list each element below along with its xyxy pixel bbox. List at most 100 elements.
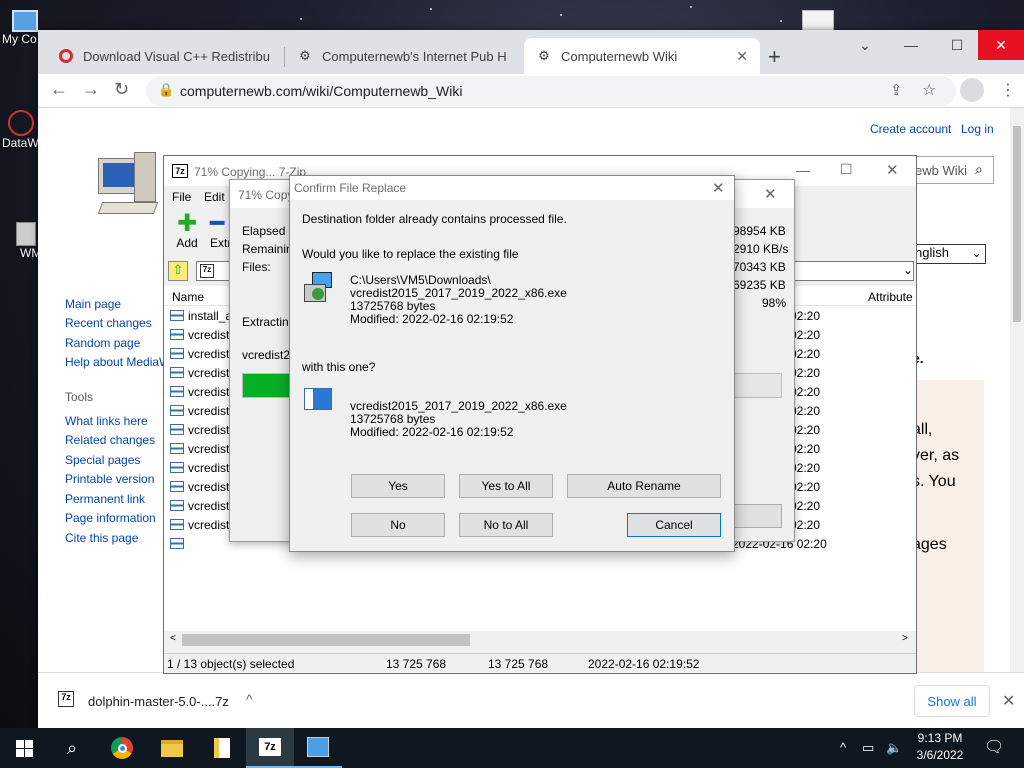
page-scrollbar[interactable] — [1010, 108, 1024, 672]
search-icon[interactable]: ⌕ — [48, 728, 96, 768]
menu-edit[interactable]: Edit — [204, 190, 225, 204]
wiki-search-box[interactable]: ewb Wiki ⌕ — [912, 156, 994, 184]
download-bar: 7z dolphin-master-5.0-....7z ^ Show all … — [38, 672, 1024, 728]
file-name: vcredist — [188, 384, 230, 399]
create-account-link[interactable]: Create account — [870, 122, 951, 136]
scrollbar-thumb[interactable] — [182, 634, 470, 646]
taskbar-explorer[interactable] — [148, 728, 196, 768]
status-packed: 13 725 768 — [488, 657, 549, 671]
auto-rename-button[interactable]: Auto Rename — [567, 474, 721, 498]
taskbar-document-app[interactable] — [198, 728, 246, 768]
column-attributes[interactable]: Attribute — [868, 290, 913, 304]
close-button[interactable]: ✕ — [712, 179, 725, 197]
close-button[interactable]: ✕ — [886, 161, 899, 179]
forward-icon[interactable]: → — [82, 79, 100, 100]
close-icon[interactable]: ✕ — [1002, 691, 1015, 711]
list-item[interactable]: vcredist — [170, 325, 229, 344]
existing-file-path: C:\Users\VM5\Downloads\ — [350, 273, 491, 287]
notification-icon[interactable]: 🗨 — [984, 737, 1004, 757]
reload-icon[interactable]: ↻ — [114, 79, 129, 100]
add-button[interactable]: ✚ Add — [172, 212, 202, 251]
close-button[interactable]: ✕ — [764, 185, 777, 203]
list-item[interactable]: install_a — [170, 306, 232, 325]
progress-value: 98% — [762, 296, 787, 310]
login-link[interactable]: Log in — [961, 122, 994, 136]
list-item[interactable]: vcredist — [170, 401, 229, 420]
yes-to-all-button[interactable]: Yes to All — [459, 474, 553, 498]
chevron-up-icon[interactable]: ^ — [246, 691, 253, 707]
status-modified: 2022-02-16 02:19:52 — [588, 657, 700, 671]
nav-random-page[interactable]: Random page — [65, 336, 140, 350]
minimize-button[interactable]: — — [796, 162, 810, 178]
tool-permanent-link[interactable]: Permanent link — [65, 492, 145, 506]
tool-what-links-here[interactable]: What links here — [65, 414, 148, 428]
menu-kebab-icon[interactable]: ⋮ — [1000, 80, 1016, 100]
desktop-icon-dataw[interactable]: DataW — [2, 110, 42, 150]
list-item[interactable]: vcredist — [170, 496, 229, 515]
address-bar[interactable]: 🔒 computernewb.com/wiki/Computernewb_Wik… — [146, 76, 956, 106]
download-filename[interactable]: dolphin-master-5.0-....7z — [88, 694, 229, 709]
horizontal-scrollbar[interactable]: < > — [164, 631, 916, 649]
windows-icon — [15, 739, 33, 757]
column-name[interactable]: Name — [172, 290, 204, 304]
no-button[interactable]: No — [351, 513, 445, 537]
profile-avatar[interactable] — [960, 78, 984, 102]
cancel-button[interactable]: Cancel — [627, 513, 721, 537]
list-item[interactable] — [170, 534, 188, 553]
tool-related-changes[interactable]: Related changes — [65, 433, 155, 447]
back-icon[interactable]: ← — [50, 79, 68, 100]
list-item[interactable]: vcredist — [170, 515, 229, 534]
tab-internet-pub[interactable]: ⚙ Computernewb's Internet Pub H — [285, 38, 523, 74]
star-icon[interactable]: ☆ — [922, 80, 936, 100]
network-icon[interactable]: ▭ — [862, 740, 874, 756]
list-item[interactable]: vcredist — [170, 477, 229, 496]
maximize-button[interactable]: ☐ — [934, 30, 980, 60]
desktop-icon-computer[interactable]: My Co — [2, 10, 42, 46]
nav-help[interactable]: Help about MediaW — [65, 355, 170, 369]
list-item[interactable]: vcredist — [170, 344, 229, 363]
chevron-up-icon[interactable]: ^ — [840, 740, 846, 755]
yes-button[interactable]: Yes — [351, 474, 445, 498]
tool-cite-this-page[interactable]: Cite this page — [65, 531, 138, 545]
maximize-button[interactable]: ☐ — [840, 161, 853, 178]
file-name: install_a — [188, 308, 233, 323]
taskbar-chrome[interactable] — [98, 728, 146, 768]
close-tab-icon[interactable]: ✕ — [736, 48, 748, 65]
close-window-button[interactable]: ✕ — [978, 30, 1024, 60]
nav-main-page[interactable]: Main page — [65, 297, 121, 311]
file-name: vcredist — [188, 498, 230, 513]
start-button[interactable] — [0, 728, 48, 768]
list-item[interactable]: vcredist — [170, 439, 229, 458]
menu-file[interactable]: File — [172, 190, 191, 204]
list-item[interactable]: vcredist — [170, 420, 229, 439]
taskbar-7zip[interactable]: 7z — [246, 728, 294, 768]
scrollbar-thumb[interactable] — [1013, 126, 1021, 322]
minimize-button[interactable]: — — [888, 30, 934, 60]
clock-time[interactable]: 9:13 PM — [914, 731, 966, 745]
up-folder-icon[interactable]: ⇧ — [168, 261, 188, 281]
desktop-icon-wm[interactable]: WM — [2, 222, 42, 260]
scroll-right-icon[interactable]: > — [902, 633, 908, 644]
volume-icon[interactable]: 🔈 — [886, 740, 902, 756]
tab-visual-cpp[interactable]: Download Visual C++ Redistribu — [46, 38, 284, 74]
language-select[interactable]: nglish ⌄ — [912, 244, 986, 264]
share-icon[interactable]: ⇪ — [890, 81, 903, 99]
tab-search-icon[interactable]: ⌄ — [842, 30, 888, 60]
clock-date[interactable]: 3/6/2022 — [914, 748, 966, 762]
url-text: computernewb.com/wiki/Computernewb_Wiki — [180, 83, 463, 99]
show-all-button[interactable]: Show all — [914, 685, 990, 717]
list-item[interactable]: vcredist — [170, 363, 229, 382]
new-tab-button[interactable]: + — [768, 44, 781, 70]
tool-special-pages[interactable]: Special pages — [65, 453, 140, 467]
confirm-titlebar: Confirm File Replace ✕ — [290, 176, 734, 200]
tool-page-information[interactable]: Page information — [65, 511, 156, 525]
tool-printable-version[interactable]: Printable version — [65, 472, 154, 486]
taskbar-installer[interactable] — [294, 728, 342, 768]
list-item[interactable]: vcredist — [170, 382, 229, 401]
tab-computernewb-wiki[interactable]: ⚙ Computernewb Wiki ✕ — [524, 38, 760, 74]
opera-icon — [58, 48, 74, 64]
scroll-left-icon[interactable]: < — [170, 633, 176, 644]
nav-recent-changes[interactable]: Recent changes — [65, 316, 152, 330]
no-to-all-button[interactable]: No to All — [459, 513, 553, 537]
list-item[interactable]: vcredist — [170, 458, 229, 477]
